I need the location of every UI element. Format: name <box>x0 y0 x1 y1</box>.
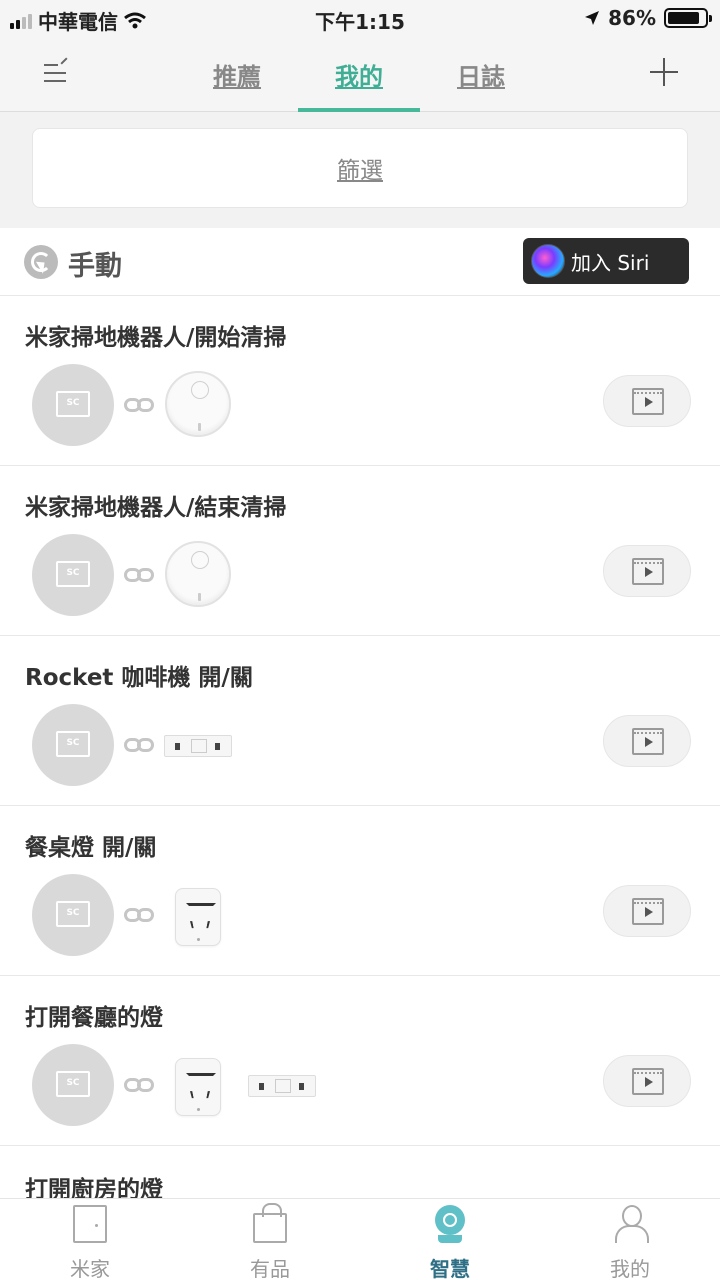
status-bar: 中華電信 下午1:15 86% <box>0 0 720 36</box>
play-film-icon <box>632 898 664 925</box>
run-scene-button[interactable] <box>603 545 691 597</box>
bottom-tab-smart[interactable]: 智慧 <box>360 1199 540 1280</box>
manual-trigger-icon: SC <box>32 1044 114 1126</box>
bottom-tab-home[interactable]: 米家 <box>0 1199 180 1280</box>
scene-item[interactable]: 米家掃地機器人/結束清掃 SC <box>0 466 720 636</box>
play-film-icon <box>632 558 664 585</box>
scene-item[interactable]: Rocket 咖啡機 開/關 SC <box>0 636 720 806</box>
link-icon <box>124 738 154 752</box>
link-icon <box>124 398 154 412</box>
scene-title: 米家掃地機器人/結束清掃 <box>25 495 287 521</box>
filter-button[interactable]: 篩選 <box>32 128 688 208</box>
manual-trigger-icon: SC <box>32 874 114 956</box>
add-to-siri-button[interactable]: 加入 Siri <box>523 238 689 284</box>
status-right: 86% <box>584 6 712 30</box>
bottom-tab-label: 智慧 <box>430 1257 470 1280</box>
scene-item[interactable]: 打開餐廳的燈 SC <box>0 976 720 1146</box>
battery-percent: 86% <box>608 6 656 30</box>
manual-cursor-icon <box>24 245 58 279</box>
run-scene-button[interactable] <box>603 375 691 427</box>
tab-bar: 推薦 我的 日誌 <box>176 36 542 112</box>
robot-vacuum-icon <box>165 371 231 437</box>
smart-plug-icon <box>175 888 221 946</box>
menu-icon[interactable] <box>40 57 72 86</box>
manual-trigger-icon: SC <box>32 534 114 616</box>
scene-title: 打開餐廳的燈 <box>25 1005 163 1031</box>
shopping-bag-icon <box>253 1203 287 1243</box>
battery-fill <box>668 12 699 24</box>
add-icon[interactable] <box>650 58 678 86</box>
bottom-tab-profile[interactable]: 我的 <box>540 1199 720 1280</box>
bottom-tab-store[interactable]: 有品 <box>180 1199 360 1280</box>
section-header-manual: 手動 加入 Siri <box>0 228 720 296</box>
link-icon <box>124 908 154 922</box>
filter-area: 篩選 <box>0 112 720 228</box>
tab-mine[interactable]: 我的 <box>298 36 420 112</box>
power-strip-icon <box>164 735 232 757</box>
run-scene-button[interactable] <box>603 715 691 767</box>
section-title: 手動 <box>68 251 122 282</box>
scene-item[interactable]: 餐桌燈 開/關 SC <box>0 806 720 976</box>
siri-icon <box>531 244 565 278</box>
trigger-badge: SC <box>66 1078 80 1088</box>
bottom-tab-label: 我的 <box>610 1257 650 1280</box>
manual-trigger-icon: SC <box>32 704 114 786</box>
play-film-icon <box>632 728 664 755</box>
siri-button-label: 加入 Siri <box>571 250 650 275</box>
scene-title: Rocket 咖啡機 開/關 <box>25 665 253 691</box>
scene-title: 餐桌燈 開/關 <box>25 835 157 861</box>
scene-title: 米家掃地機器人/開始清掃 <box>25 325 287 351</box>
play-film-icon <box>632 388 664 415</box>
trigger-badge: SC <box>66 738 80 748</box>
bottom-tab-label: 有品 <box>250 1257 290 1280</box>
trigger-badge: SC <box>66 568 80 578</box>
camera-icon <box>435 1205 465 1243</box>
play-film-icon <box>632 1068 664 1095</box>
robot-vacuum-icon <box>165 541 231 607</box>
power-strip-icon <box>248 1075 316 1097</box>
location-icon <box>585 11 600 25</box>
trigger-badge: SC <box>66 398 80 408</box>
top-nav: 推薦 我的 日誌 <box>0 36 720 112</box>
run-scene-button[interactable] <box>603 885 691 937</box>
battery-icon <box>664 8 712 28</box>
bottom-tab-bar: 米家 有品 智慧 我的 <box>0 1198 720 1280</box>
tab-log[interactable]: 日誌 <box>420 36 542 112</box>
bottom-tab-label: 米家 <box>70 1257 110 1280</box>
run-scene-button[interactable] <box>603 1055 691 1107</box>
door-icon <box>73 1205 107 1243</box>
scene-item[interactable]: 打開廚房的燈 <box>0 1148 720 1203</box>
scene-item[interactable]: 米家掃地機器人/開始清掃 SC <box>0 296 720 466</box>
manual-trigger-icon: SC <box>32 364 114 446</box>
link-icon <box>124 1078 154 1092</box>
trigger-badge: SC <box>66 908 80 918</box>
person-icon <box>613 1205 649 1243</box>
smart-plug-icon <box>175 1058 221 1116</box>
link-icon <box>124 568 154 582</box>
tab-recommended[interactable]: 推薦 <box>176 36 298 112</box>
